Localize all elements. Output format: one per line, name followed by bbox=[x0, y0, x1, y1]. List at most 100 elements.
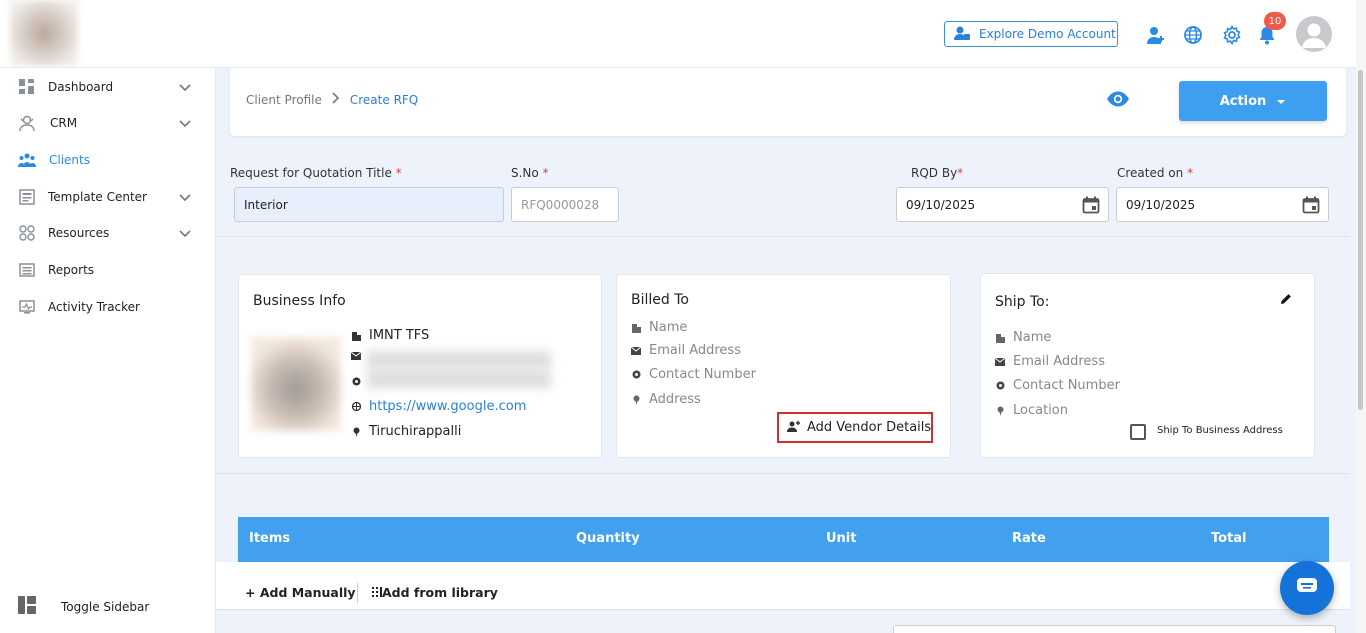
sidebar-item-dashboard[interactable]: Dashboard bbox=[0, 69, 216, 105]
building-icon bbox=[351, 331, 361, 341]
email-icon bbox=[995, 357, 1005, 367]
add-vendor-details-button[interactable]: Add Vendor Details bbox=[777, 412, 933, 443]
sidebar-item-label: Reports bbox=[48, 263, 95, 277]
ship-name: Name bbox=[1013, 330, 1052, 345]
chevron-right-icon bbox=[332, 92, 340, 107]
email-icon bbox=[631, 346, 641, 356]
business-name: IMNT TFS bbox=[369, 328, 430, 343]
sidebar-item-clients[interactable]: Clients bbox=[0, 142, 216, 178]
eye-icon[interactable] bbox=[1106, 90, 1130, 112]
rfq-title-label: Request for Quotation Title * bbox=[230, 166, 402, 180]
dashboard-icon bbox=[18, 78, 36, 96]
calendar-icon[interactable] bbox=[1302, 196, 1320, 217]
rfq-title-input[interactable]: Interior bbox=[234, 187, 504, 222]
billed-contact-row: Contact Number bbox=[631, 367, 756, 382]
edit-pencil-icon[interactable] bbox=[1280, 293, 1292, 309]
add-user-icon[interactable] bbox=[1145, 24, 1167, 46]
billed-address-row: Address bbox=[631, 392, 701, 407]
company-logo bbox=[10, 0, 78, 66]
column-header-total: Total bbox=[1211, 531, 1247, 546]
billed-contact: Contact Number bbox=[649, 367, 756, 382]
redacted-contact bbox=[367, 370, 551, 388]
ship-email: Email Address bbox=[1013, 354, 1105, 369]
created-on-label: Created on * bbox=[1117, 166, 1193, 180]
explore-demo-label: Explore Demo Account bbox=[979, 27, 1116, 41]
ship-contact: Contact Number bbox=[1013, 378, 1120, 393]
location-pin-icon bbox=[995, 406, 1005, 416]
action-button[interactable]: Action bbox=[1179, 81, 1327, 121]
explore-demo-account-button[interactable]: Explore Demo Account bbox=[944, 21, 1118, 47]
rfq-title-value: Interior bbox=[244, 197, 288, 212]
column-header-quantity: Quantity bbox=[576, 531, 640, 546]
email-icon bbox=[351, 351, 361, 361]
divider bbox=[216, 236, 1350, 237]
ship-contact-row: Contact Number bbox=[995, 378, 1120, 393]
globe-icon[interactable] bbox=[1182, 24, 1204, 46]
add-manually-button[interactable]: + Add Manually bbox=[245, 585, 356, 600]
location-pin-icon bbox=[631, 395, 641, 405]
add-items-row: + Add Manually Add from library bbox=[216, 562, 1350, 610]
phone-icon bbox=[351, 376, 361, 386]
add-from-library-button[interactable]: Add from library bbox=[372, 585, 498, 600]
chevron-down-icon[interactable] bbox=[178, 80, 192, 94]
rqd-by-date-input[interactable]: 09/10/2025 bbox=[896, 187, 1109, 222]
building-icon bbox=[995, 333, 1005, 343]
business-logo-image bbox=[251, 337, 341, 431]
chat-icon bbox=[1296, 577, 1318, 599]
created-on-label-text: Created on bbox=[1117, 166, 1184, 180]
column-header-rate: Rate bbox=[1012, 531, 1046, 546]
calendar-icon[interactable] bbox=[1082, 196, 1100, 217]
rqd-by-label-text: RQD By bbox=[911, 166, 958, 180]
ship-to-business-label: Ship To Business Address bbox=[1157, 425, 1283, 436]
add-from-library-label: Add from library bbox=[382, 585, 498, 600]
billed-email: Email Address bbox=[649, 343, 741, 358]
top-bar: Explore Demo Account 10 bbox=[0, 0, 1366, 68]
scrollbar-thumb[interactable] bbox=[1358, 70, 1363, 410]
business-website-row: https://www.google.com bbox=[351, 399, 526, 414]
crm-icon bbox=[18, 114, 36, 132]
toggle-sidebar-button[interactable]: Toggle Sidebar bbox=[18, 596, 149, 618]
library-icon bbox=[372, 585, 382, 600]
sidebar-item-label: Resources bbox=[48, 226, 110, 240]
breadcrumb-create-rfq: Create RFQ bbox=[349, 92, 419, 107]
sno-placeholder: RFQ0000028 bbox=[521, 197, 600, 212]
ship-location-row: Location bbox=[995, 403, 1068, 418]
ship-to-title: Ship To: bbox=[995, 294, 1050, 310]
ship-name-row: Name bbox=[995, 330, 1051, 345]
page-scrollbar[interactable] bbox=[1356, 0, 1366, 633]
business-name-row: IMNT TFS bbox=[351, 328, 429, 343]
required-mark: * bbox=[1187, 166, 1194, 180]
sidebar-item-crm[interactable]: CRM bbox=[0, 105, 216, 141]
chevron-down-icon[interactable] bbox=[178, 116, 192, 130]
avatar[interactable] bbox=[1296, 16, 1332, 52]
rfq-title-label-text: Request for Quotation Title bbox=[230, 166, 392, 180]
billed-email-row: Email Address bbox=[631, 343, 741, 358]
sidebar-item-template-center[interactable]: Template Center bbox=[0, 179, 216, 215]
created-on-date-input[interactable]: 09/10/2025 bbox=[1116, 187, 1329, 222]
breadcrumb-client-profile[interactable]: Client Profile bbox=[246, 93, 322, 107]
business-website-link[interactable]: https://www.google.com bbox=[369, 399, 526, 414]
sidebar-item-label: Clients bbox=[49, 153, 90, 167]
sno-input[interactable]: RFQ0000028 bbox=[511, 187, 619, 222]
chevron-down-icon[interactable] bbox=[178, 190, 192, 204]
chevron-down-icon[interactable] bbox=[178, 226, 192, 240]
sidebar-item-activity-tracker[interactable]: Activity Tracker bbox=[0, 289, 216, 325]
gear-icon[interactable] bbox=[1221, 24, 1243, 46]
add-vendor-icon bbox=[787, 420, 801, 436]
ship-to-business-checkbox[interactable] bbox=[1130, 424, 1146, 440]
ship-to-card: Ship To: Name Email Address Contact Numb… bbox=[980, 273, 1315, 458]
divider bbox=[357, 583, 358, 603]
ship-email-row: Email Address bbox=[995, 354, 1105, 369]
breadcrumb-card: Client Profile Create RFQ Action bbox=[230, 68, 1346, 136]
sidebar-toggle-icon bbox=[18, 596, 36, 618]
clients-icon bbox=[18, 151, 36, 169]
items-table-header: Items Quantity Unit Rate Total bbox=[238, 517, 1329, 562]
billed-address: Address bbox=[649, 392, 701, 407]
building-icon bbox=[631, 323, 641, 333]
sidebar-item-reports[interactable]: Reports bbox=[0, 252, 216, 288]
chat-button[interactable] bbox=[1280, 561, 1334, 615]
sidebar-item-resources[interactable]: Resources bbox=[0, 215, 216, 251]
billed-name: Name bbox=[649, 320, 688, 335]
action-label: Action bbox=[1219, 93, 1267, 109]
phone-icon bbox=[631, 370, 641, 380]
